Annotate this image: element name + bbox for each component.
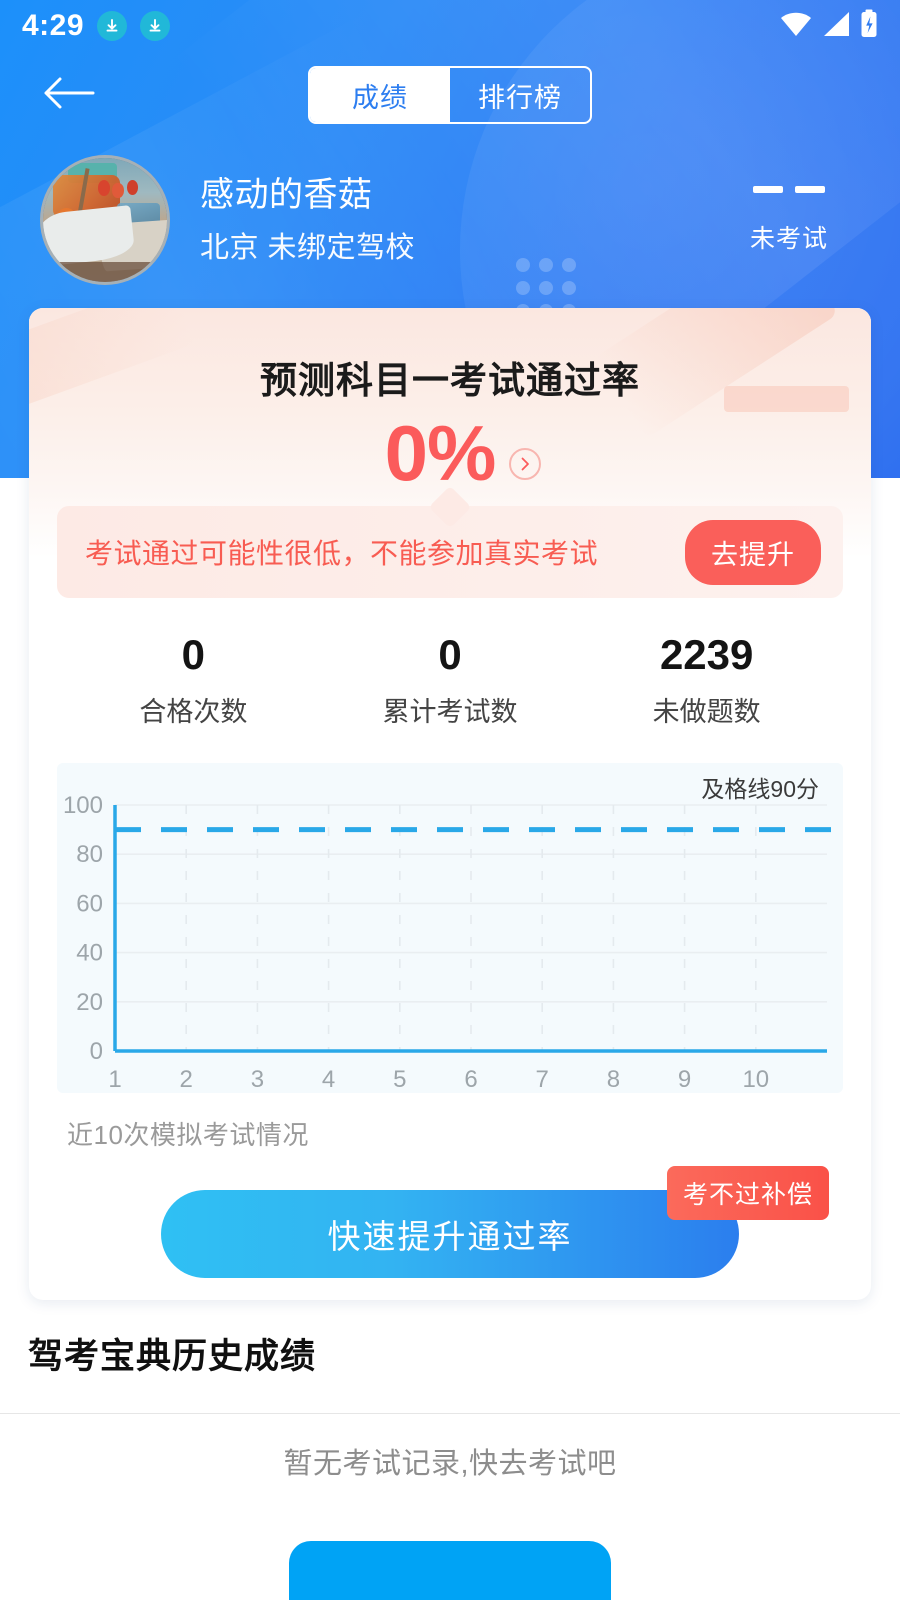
- svg-text:9: 9: [678, 1066, 691, 1093]
- chart-y-tick-labels: 0 20 40 60 80 100: [63, 792, 103, 1065]
- chart-caption: 近10次模拟考试情况: [67, 1120, 309, 1151]
- profile-meta: 北京 未绑定驾校: [200, 232, 416, 265]
- top-navigation-bar: 成绩 排行榜: [0, 62, 900, 128]
- svg-text:0: 0: [90, 1038, 103, 1065]
- stat-label: 未做题数: [652, 697, 761, 728]
- pass-rate-value: 0%: [384, 409, 497, 497]
- battery-charging-icon: [860, 9, 878, 44]
- history-empty-state: 暂无考试记录,快去考试吧: [283, 1448, 617, 1480]
- stat-label: 合格次数: [139, 697, 248, 728]
- stat-value: 0: [181, 631, 206, 678]
- wifi-icon: [780, 11, 812, 42]
- cta-zone: 快速提升通过率 考不过补偿: [29, 1166, 871, 1300]
- svg-text:2: 2: [180, 1066, 193, 1093]
- screen-root: JK 4:29: [0, 0, 900, 1600]
- compensation-badge[interactable]: 考不过补偿: [667, 1166, 830, 1221]
- svg-text:20: 20: [76, 989, 103, 1016]
- status-bar-clock: 4:29: [22, 9, 85, 42]
- svg-text:1: 1: [108, 1066, 121, 1093]
- profile-info: 感动的香菇 北京 未绑定驾校: [200, 174, 415, 267]
- svg-text:3: 3: [251, 1066, 264, 1093]
- exam-history-chart: 0 20 40 60 80 100 1 2 3 4 5 6 7 8 9 10 及格线90分: [57, 763, 843, 1094]
- prediction-card: 预测科目一考试通过率 0% 考试通过可能性很低，不能参加真实考试 去提升 0 合…: [29, 308, 871, 1301]
- profile-header: 感动的香菇 北京 未绑定驾校 未考试: [0, 150, 900, 290]
- svg-text:7: 7: [536, 1066, 549, 1093]
- svg-text:60: 60: [76, 891, 103, 918]
- avatar-image-layer: [112, 182, 124, 198]
- card-title: 预测科目一考试通过率: [260, 360, 640, 401]
- stat-label: 累计考试数: [382, 697, 518, 728]
- boost-pass-rate-button[interactable]: 快速提升通过率: [161, 1190, 739, 1279]
- pass-rate-alert: 考试通过可能性很低，不能参加真实考试 去提升: [57, 485, 843, 598]
- tab-leaderboard[interactable]: 排行榜: [450, 68, 590, 122]
- svg-text:100: 100: [63, 792, 103, 819]
- chevron-right-circle-icon[interactable]: [509, 448, 542, 480]
- tab-scores[interactable]: 成绩: [310, 68, 450, 122]
- alert-message: 考试通过可能性很低，不能参加真实考试: [85, 538, 599, 569]
- avatar-image-layer: [43, 262, 167, 282]
- pass-rate-row: 0%: [29, 414, 871, 492]
- stat-total-exams: 0 累计考试数: [322, 631, 579, 729]
- svg-text:4: 4: [322, 1066, 335, 1093]
- arrow-left-icon: [43, 75, 95, 116]
- chart-x-tick-labels: 1 2 3 4 5 6 7 8 9 10: [108, 1066, 769, 1093]
- svg-text:6: 6: [464, 1066, 477, 1093]
- status-bar-indicators: [780, 9, 878, 44]
- download-icon: [97, 11, 128, 41]
- tab-switcher: 成绩 排行榜: [308, 66, 592, 124]
- chart-vertical-gridlines: [185, 805, 757, 1052]
- svg-text:80: 80: [76, 841, 103, 868]
- avatar[interactable]: [40, 155, 170, 285]
- bottom-action-button[interactable]: [289, 1541, 611, 1600]
- score-placeholder: [750, 185, 828, 193]
- history-section-title: 驾考宝典历史成绩: [28, 1337, 317, 1376]
- back-button[interactable]: [38, 62, 100, 128]
- exam-status-label: 未考试: [749, 224, 828, 253]
- profile-name: 感动的香菇: [200, 175, 373, 214]
- stats-row: 0 合格次数 0 累计考试数 2239 未做题数: [65, 631, 835, 729]
- svg-text:40: 40: [76, 940, 103, 967]
- stat-value: 0: [438, 631, 462, 678]
- status-bar: 4:29: [0, 0, 900, 52]
- stat-unanswered-questions: 2239 未做题数: [578, 631, 835, 729]
- cell-signal-icon: [821, 11, 851, 42]
- stat-value: 2239: [659, 631, 754, 678]
- svg-text:10: 10: [742, 1066, 769, 1093]
- stat-pass-count: 0 合格次数: [65, 631, 322, 729]
- history-divider: [0, 1413, 900, 1414]
- download-icon: [140, 11, 171, 41]
- improve-button[interactable]: 去提升: [685, 519, 821, 585]
- chart-pass-line-annotation: 及格线90分: [701, 776, 819, 802]
- svg-text:5: 5: [393, 1066, 406, 1093]
- exam-status-block: 未考试: [749, 185, 860, 255]
- chart-svg: 0 20 40 60 80 100 1 2 3 4 5 6 7 8 9 10 及格线90分: [63, 776, 832, 1093]
- svg-text:8: 8: [607, 1066, 620, 1093]
